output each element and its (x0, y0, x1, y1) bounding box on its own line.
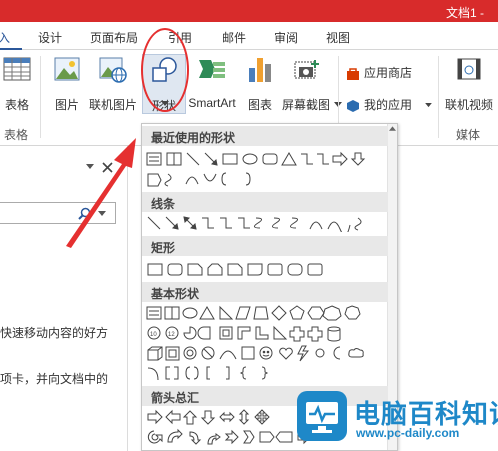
document-title: 文档1 - (445, 6, 484, 20)
annotation-arrow (66, 138, 136, 248)
my-apps-button[interactable]: 我的应用 (346, 96, 433, 113)
watermark-logo-icon (297, 391, 347, 441)
basic-shapes-row[interactable] (146, 364, 386, 382)
rectangles-row[interactable] (146, 260, 386, 278)
scroll-up-icon[interactable] (389, 126, 396, 132)
app-store-button[interactable]: 应用商店 (346, 64, 412, 81)
table-button[interactable]: 表格 (0, 54, 34, 112)
basic-shapes-row[interactable]: 10 12 (146, 324, 386, 342)
tab-review[interactable]: 审阅 (274, 29, 298, 46)
watermark-url: www.pc-daily.com (356, 426, 460, 440)
lines-row[interactable] (146, 214, 386, 232)
section-basic-shapes: 基本形状 (142, 282, 388, 302)
svg-text:12: 12 (168, 332, 175, 338)
pane-text-line: 项卡，并向文档中的 (0, 372, 109, 386)
tab-page-layout[interactable]: 页面布局 (90, 29, 138, 46)
chart-label: 图表 (247, 98, 272, 112)
online-video-label: 联机视频 (444, 98, 493, 112)
online-picture-icon (99, 57, 127, 83)
screenshot-button[interactable]: 屏幕截图 (280, 54, 342, 112)
watermark: 电脑百科知识 www.pc-daily.com (296, 386, 498, 446)
tab-insert[interactable]: 入 (0, 29, 10, 46)
recent-shapes-row[interactable] (146, 170, 386, 188)
media-group-label: 媒体 (456, 128, 481, 142)
table-label: 表格 (4, 98, 29, 112)
table-icon (3, 57, 31, 81)
smartart-label: SmartArt (188, 96, 236, 110)
section-lines: 线条 (142, 192, 388, 212)
online-pictures-button[interactable]: 联机图片 (88, 54, 138, 112)
section-recent-shapes: 最近使用的形状 (142, 126, 388, 146)
chart-button[interactable]: 图表 (244, 54, 276, 112)
tab-design[interactable]: 设计 (38, 29, 62, 46)
store-icon (347, 68, 359, 80)
smartart-button[interactable]: SmartArt (186, 54, 238, 110)
pane-text-line: 快速移动内容的好方 (0, 326, 109, 340)
table-group-label: 表格 (4, 128, 29, 142)
group-divider (40, 56, 41, 138)
svg-text:10: 10 (150, 332, 157, 338)
camera-icon (294, 60, 319, 79)
online-video-button[interactable]: 联机视频 (442, 54, 496, 112)
tab-mailings[interactable]: 邮件 (222, 29, 246, 46)
ribbon-tabs: 入 设计 页面布局 引用 邮件 审阅 视图 (0, 22, 498, 50)
video-icon (457, 58, 481, 80)
tab-view[interactable]: 视图 (326, 29, 350, 46)
picture-label: 图片 (54, 98, 79, 112)
recent-shapes-row[interactable] (146, 150, 386, 168)
app-store-label: 应用商店 (364, 66, 413, 80)
section-rectangles: 矩形 (142, 236, 388, 256)
chart-icon (249, 58, 271, 82)
annotation-circle (141, 28, 189, 112)
picture-button[interactable]: 图片 (50, 54, 84, 112)
screenshot-label: 屏幕截图 (281, 98, 330, 112)
basic-shapes-row[interactable] (146, 344, 386, 362)
group-divider (438, 56, 439, 138)
my-apps-label: 我的应用 (364, 98, 413, 112)
apps-icon (347, 99, 359, 112)
smartart-icon (199, 60, 225, 78)
title-bar: 文档1 - (0, 0, 498, 22)
chevron-down-icon (425, 103, 433, 108)
basic-shapes-row[interactable] (146, 304, 386, 322)
picture-icon (54, 57, 80, 81)
online-picture-label: 联机图片 (88, 98, 137, 112)
